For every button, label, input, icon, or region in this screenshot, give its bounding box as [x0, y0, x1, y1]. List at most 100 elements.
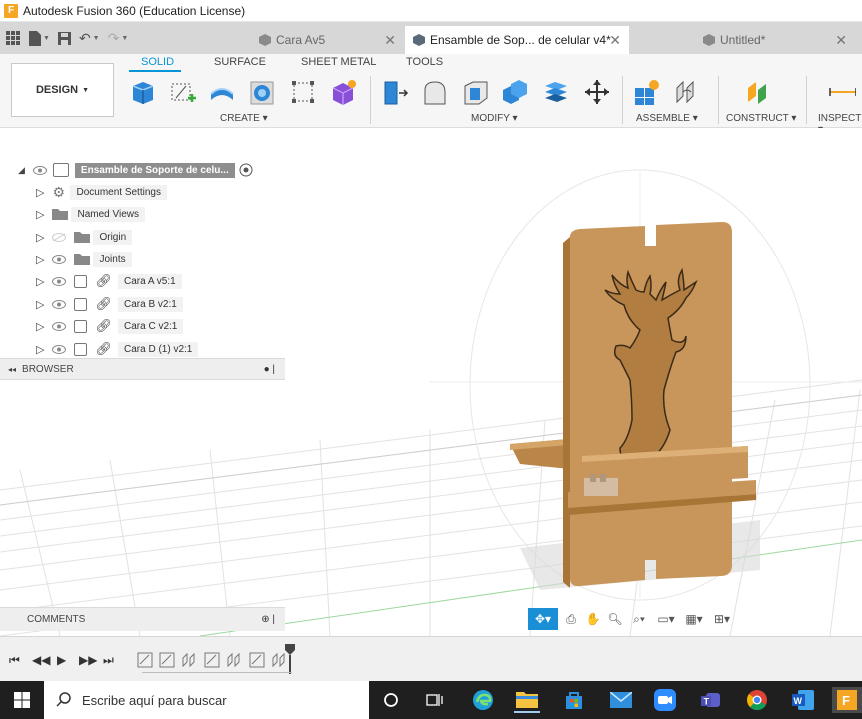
move-copy-icon[interactable] [583, 78, 611, 106]
activate-radio-icon[interactable] [239, 163, 253, 177]
expand-arrow-icon[interactable]: ▷ [36, 186, 44, 199]
play-icon[interactable]: ▶ [57, 653, 66, 667]
expand-arrow-icon[interactable]: ▷ [36, 208, 44, 221]
measure-icon[interactable] [828, 78, 857, 106]
create-group-label[interactable]: CREATE ▾ [220, 113, 268, 124]
tab-cara-a[interactable]: Cara Av5 ✕ [209, 26, 404, 54]
display-settings-icon[interactable]: ▭▾ [654, 608, 678, 630]
fillet-icon[interactable] [421, 78, 449, 106]
shell-icon[interactable] [461, 78, 489, 106]
go-to-end-icon[interactable]: ⏭ [103, 653, 114, 668]
redo-icon[interactable]: ↷ ▼ [108, 27, 129, 49]
timeline-marker-icon[interactable] [285, 644, 295, 674]
word-icon[interactable]: W [790, 687, 816, 713]
comments-panel-bar[interactable]: COMMENTS ⊕ | [0, 607, 285, 631]
zoom-app-icon[interactable] [652, 687, 678, 713]
tab-ensamble[interactable]: Ensamble de Sop... de celular v4* ✕ [405, 26, 629, 54]
close-icon[interactable]: ✕ [609, 32, 621, 49]
timeline-joint-icon[interactable] [181, 652, 197, 668]
collapse-panel-icon[interactable]: ◂◂ [8, 365, 16, 374]
tab-untitled[interactable]: Untitled* ✕ [631, 26, 855, 54]
timeline-joint-icon[interactable] [159, 652, 175, 668]
expand-arrow-icon[interactable]: ▷ [36, 253, 44, 266]
viewports-icon[interactable]: ⊞▾ [710, 608, 734, 630]
file-explorer-icon[interactable] [514, 687, 540, 713]
browser-item-origin[interactable]: ▷ Origin [36, 227, 133, 247]
tab-sheet-metal[interactable]: SHEET METAL [301, 56, 376, 68]
browser-root-row[interactable]: ◢ Ensamble de Soporte de celu... [18, 160, 253, 180]
workspace-switcher-button[interactable]: DESIGN ▼ [11, 63, 114, 117]
eye-hidden-icon[interactable] [52, 232, 67, 242]
cortana-icon[interactable] [378, 687, 404, 713]
microsoft-store-icon[interactable] [561, 687, 587, 713]
eye-icon[interactable] [52, 344, 67, 354]
browser-header-bar[interactable]: ◂◂ BROWSER ● | [0, 358, 285, 380]
add-comment-icon[interactable]: ⊕ | [261, 614, 275, 625]
new-component-icon[interactable] [129, 78, 157, 106]
browser-item-named-views[interactable]: ▷ Named Views [36, 204, 145, 224]
edge-browser-icon[interactable] [470, 687, 496, 713]
expand-arrow-icon[interactable]: ▷ [36, 298, 44, 311]
assemble-group-label[interactable]: ASSEMBLE ▾ [636, 113, 698, 124]
browser-item-document-settings[interactable]: ▷ ⚙ Document Settings [36, 182, 167, 202]
replace-face-icon[interactable] [541, 78, 569, 106]
step-forward-icon[interactable]: ▶▶ [79, 653, 97, 667]
chrome-icon[interactable] [744, 687, 770, 713]
tab-tools[interactable]: TOOLS [406, 56, 443, 68]
form-icon[interactable] [329, 78, 357, 106]
offset-plane-icon[interactable] [744, 78, 772, 106]
eye-icon[interactable] [52, 299, 67, 309]
taskbar-search-box[interactable]: Escribe aquí para buscar [44, 681, 369, 719]
expand-arrow-icon[interactable]: ▷ [36, 320, 44, 333]
tab-surface[interactable]: SURFACE [214, 56, 266, 68]
browser-item-cara-c[interactable]: ▷ 🔗︎ Cara C v2:1 [36, 316, 184, 336]
windows-start-icon[interactable] [9, 687, 35, 713]
new-component-assemble-icon[interactable] [633, 78, 661, 106]
orbit-icon[interactable]: ✥▾ [528, 608, 558, 630]
revolve-icon[interactable] [248, 78, 276, 106]
construct-group-label[interactable]: CONSTRUCT ▾ [726, 113, 796, 124]
tree-collapse-icon[interactable]: ◢ [18, 165, 25, 176]
file-menu-button[interactable]: ▼ [28, 27, 50, 49]
pan-hand-icon[interactable]: ✋ [584, 608, 602, 630]
look-at-icon[interactable]: ⎙ [562, 608, 580, 630]
timeline-joint-icon[interactable] [226, 652, 242, 668]
extrude-icon[interactable] [208, 78, 236, 106]
mail-icon[interactable] [608, 687, 634, 713]
eye-icon[interactable] [52, 276, 67, 286]
timeline-joint-icon[interactable] [137, 652, 153, 668]
rectangular-pattern-icon[interactable] [289, 78, 317, 106]
browser-item-joints[interactable]: ▷ Joints [36, 249, 132, 269]
create-sketch-icon[interactable] [168, 78, 196, 106]
tab-solid[interactable]: SOLID [141, 56, 174, 68]
eye-icon[interactable] [52, 321, 67, 331]
browser-item-cara-a[interactable]: ▷ 🔗︎ Cara A v5:1 [36, 271, 182, 291]
fit-icon[interactable]: ⌕▾ [628, 608, 650, 630]
browser-item-cara-d[interactable]: ▷ 🔗︎ Cara D (1) v2:1 [36, 339, 199, 359]
save-icon[interactable] [57, 27, 71, 49]
joint-icon[interactable] [673, 78, 701, 106]
data-panel-grid-icon[interactable] [6, 27, 20, 49]
eye-icon[interactable] [32, 165, 47, 175]
task-view-icon[interactable] [421, 687, 447, 713]
undo-icon[interactable]: ↶ ▼ [79, 27, 100, 49]
fusion-360-taskbar-icon[interactable]: F [832, 687, 862, 713]
expand-arrow-icon[interactable]: ▷ [36, 231, 44, 244]
combine-icon[interactable] [501, 78, 529, 106]
go-to-start-icon[interactable]: ⏮ [9, 653, 20, 668]
teams-icon[interactable]: T [698, 687, 724, 713]
step-back-icon[interactable]: ◀◀ [32, 653, 50, 667]
expand-arrow-icon[interactable]: ▷ [36, 275, 44, 288]
timeline-joint-icon[interactable] [249, 652, 265, 668]
panel-options-icon[interactable]: ● | [264, 364, 275, 375]
press-pull-icon[interactable] [381, 78, 409, 106]
close-icon[interactable]: ✕ [384, 32, 396, 49]
browser-root-label[interactable]: Ensamble de Soporte de celu... [74, 162, 235, 178]
grid-settings-icon[interactable]: ▦▾ [682, 608, 706, 630]
eye-icon[interactable] [52, 254, 67, 264]
zoom-icon[interactable]: 🔍︎ [606, 608, 624, 630]
expand-arrow-icon[interactable]: ▷ [36, 343, 44, 356]
browser-item-cara-b[interactable]: ▷ 🔗︎ Cara B v2:1 [36, 294, 183, 314]
modify-group-label[interactable]: MODIFY ▾ [471, 113, 518, 124]
close-icon[interactable]: ✕ [835, 32, 847, 49]
